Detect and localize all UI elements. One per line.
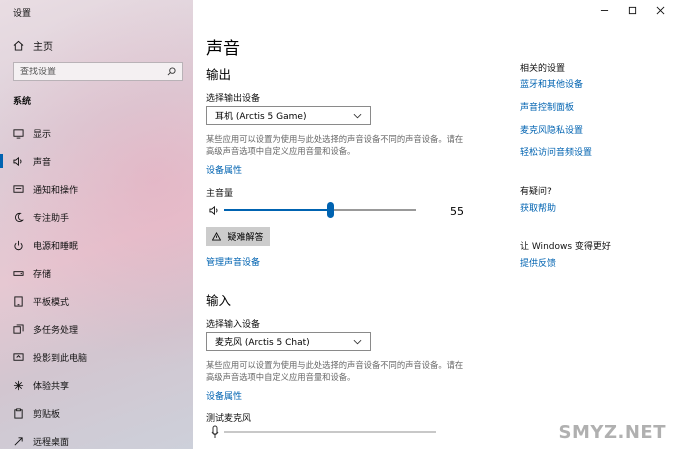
- search-input[interactable]: [20, 66, 160, 77]
- sidebar-item-label: 电源和睡眠: [33, 241, 79, 252]
- improve-windows-heading: 让 Windows 变得更好: [520, 242, 611, 252]
- sidebar-item-clipboard[interactable]: 剪贴板: [0, 399, 193, 427]
- sidebar-item-label: 远程桌面: [33, 437, 70, 448]
- output-device-properties-link[interactable]: 设备属性: [206, 163, 242, 176]
- home-icon: [13, 40, 24, 51]
- sidebar-item-label: 平板模式: [33, 297, 70, 308]
- maximize-icon: [628, 6, 636, 14]
- chevron-down-icon: [353, 339, 362, 344]
- question-heading: 有疑问?: [520, 187, 552, 197]
- master-volume-slider[interactable]: [224, 202, 416, 218]
- maximize-button[interactable]: [618, 2, 646, 18]
- speaker-icon: [13, 156, 22, 166]
- nav-home[interactable]: 主页: [13, 38, 53, 53]
- minimize-button[interactable]: [590, 2, 618, 18]
- sidebar-item-storage[interactable]: 存储: [0, 259, 193, 287]
- sidebar-item-label: 声音: [33, 157, 52, 168]
- sidebar-item-label: 剪贴板: [33, 409, 61, 420]
- master-volume-label: 主音量: [206, 189, 234, 199]
- microphone-icon: [211, 425, 219, 438]
- sidebar-item-sound[interactable]: 声音: [0, 147, 193, 175]
- warning-icon: [212, 232, 222, 241]
- input-heading: 输入: [206, 293, 232, 308]
- input-device-label: 选择输入设备: [206, 320, 261, 330]
- window-title: 设置: [13, 9, 32, 19]
- related-link-bluetooth[interactable]: 蓝牙和其他设备: [520, 77, 583, 90]
- sidebar-section-header: 系统: [13, 97, 32, 107]
- sidebar: 设置 主页 系统 显示 声音 通知和操作 专注助手 电源和睡眠: [0, 0, 193, 449]
- sidebar-item-multitasking[interactable]: 多任务处理: [0, 315, 193, 343]
- give-feedback-link[interactable]: 提供反馈: [520, 256, 556, 269]
- chevron-down-icon: [353, 113, 362, 118]
- input-device-properties-link[interactable]: 设备属性: [206, 389, 242, 402]
- moon-icon: [15, 212, 24, 222]
- troubleshoot-button[interactable]: 疑难解答: [206, 227, 270, 246]
- master-volume-thumb[interactable]: [326, 202, 334, 218]
- watermark: SMYZ.NET: [558, 422, 666, 443]
- page-title: 声音: [206, 39, 240, 59]
- input-description: 某些应用可以设置为使用与此处选择的声音设备不同的声音设备。请在高级声音选项中自定…: [206, 360, 464, 382]
- sidebar-item-label: 多任务处理: [33, 325, 79, 336]
- search-box[interactable]: [13, 62, 183, 81]
- sidebar-item-label: 存储: [33, 269, 52, 280]
- related-link-sound-control-panel[interactable]: 声音控制面板: [520, 100, 574, 113]
- output-description: 某些应用可以设置为使用与此处选择的声音设备不同的声音设备。请在高级声音选项中自定…: [206, 134, 464, 156]
- project-icon: [13, 352, 24, 361]
- related-settings-heading: 相关的设置: [520, 64, 566, 74]
- sidebar-item-tablet-mode[interactable]: 平板模式: [0, 287, 193, 315]
- master-volume-fill: [224, 209, 330, 211]
- output-device-dropdown[interactable]: 耳机 (Arctis 5 Game): [206, 106, 371, 125]
- output-device-label: 选择输出设备: [206, 94, 261, 104]
- main-pane: 声音 输出 选择输出设备 耳机 (Arctis 5 Game) 某些应用可以设置…: [193, 0, 680, 449]
- storage-icon: [13, 270, 24, 276]
- get-help-link[interactable]: 获取帮助: [520, 201, 556, 214]
- remote-desktop-icon: [14, 436, 23, 445]
- sidebar-item-label: 显示: [33, 129, 52, 140]
- search-icon[interactable]: [167, 67, 176, 76]
- tablet-icon: [14, 295, 23, 307]
- close-button[interactable]: [646, 2, 674, 18]
- microphone-level-meter: [224, 431, 436, 433]
- multitask-icon: [13, 323, 24, 334]
- nav-home-label: 主页: [33, 42, 53, 53]
- input-device-dropdown[interactable]: 麦克风 (Arctis 5 Chat): [206, 332, 371, 351]
- sidebar-nav: 显示 声音 通知和操作 专注助手 电源和睡眠 存储 平板模式 多任务处理 投影到…: [0, 119, 193, 449]
- test-microphone-label: 测试麦克风: [206, 414, 252, 424]
- troubleshoot-label: 疑难解答: [227, 233, 264, 243]
- related-link-mic-privacy[interactable]: 麦克风隐私设置: [520, 123, 583, 136]
- share-icon: [13, 380, 24, 390]
- sidebar-item-label: 通知和操作: [33, 185, 79, 196]
- window-controls: [590, 2, 674, 18]
- sidebar-item-label: 投影到此电脑: [33, 353, 88, 364]
- output-heading: 输出: [206, 67, 232, 82]
- related-link-ease-of-access-audio[interactable]: 轻松访问音频设置: [520, 145, 592, 158]
- master-volume-value: 55: [450, 205, 464, 218]
- display-icon: [13, 128, 24, 139]
- input-device-value: 麦克风 (Arctis 5 Chat): [215, 338, 310, 348]
- sidebar-item-power[interactable]: 电源和睡眠: [0, 231, 193, 259]
- sidebar-item-label: 体验共享: [33, 381, 70, 392]
- sidebar-item-notifications[interactable]: 通知和操作: [0, 175, 193, 203]
- close-icon: [656, 6, 664, 14]
- sidebar-item-focus-assist[interactable]: 专注助手: [0, 203, 193, 231]
- manage-sound-devices-link[interactable]: 管理声音设备: [206, 255, 260, 268]
- notification-icon: [13, 184, 24, 193]
- sidebar-item-shared-experiences[interactable]: 体验共享: [0, 371, 193, 399]
- output-device-value: 耳机 (Arctis 5 Game): [215, 112, 307, 122]
- clipboard-icon: [14, 407, 23, 419]
- sidebar-item-display[interactable]: 显示: [0, 119, 193, 147]
- power-icon: [14, 240, 23, 250]
- sidebar-item-label: 专注助手: [33, 213, 70, 224]
- sidebar-item-project[interactable]: 投影到此电脑: [0, 343, 193, 371]
- sidebar-item-remote-desktop[interactable]: 远程桌面: [0, 427, 193, 449]
- minimize-icon: [600, 9, 608, 11]
- volume-icon[interactable]: [209, 205, 220, 216]
